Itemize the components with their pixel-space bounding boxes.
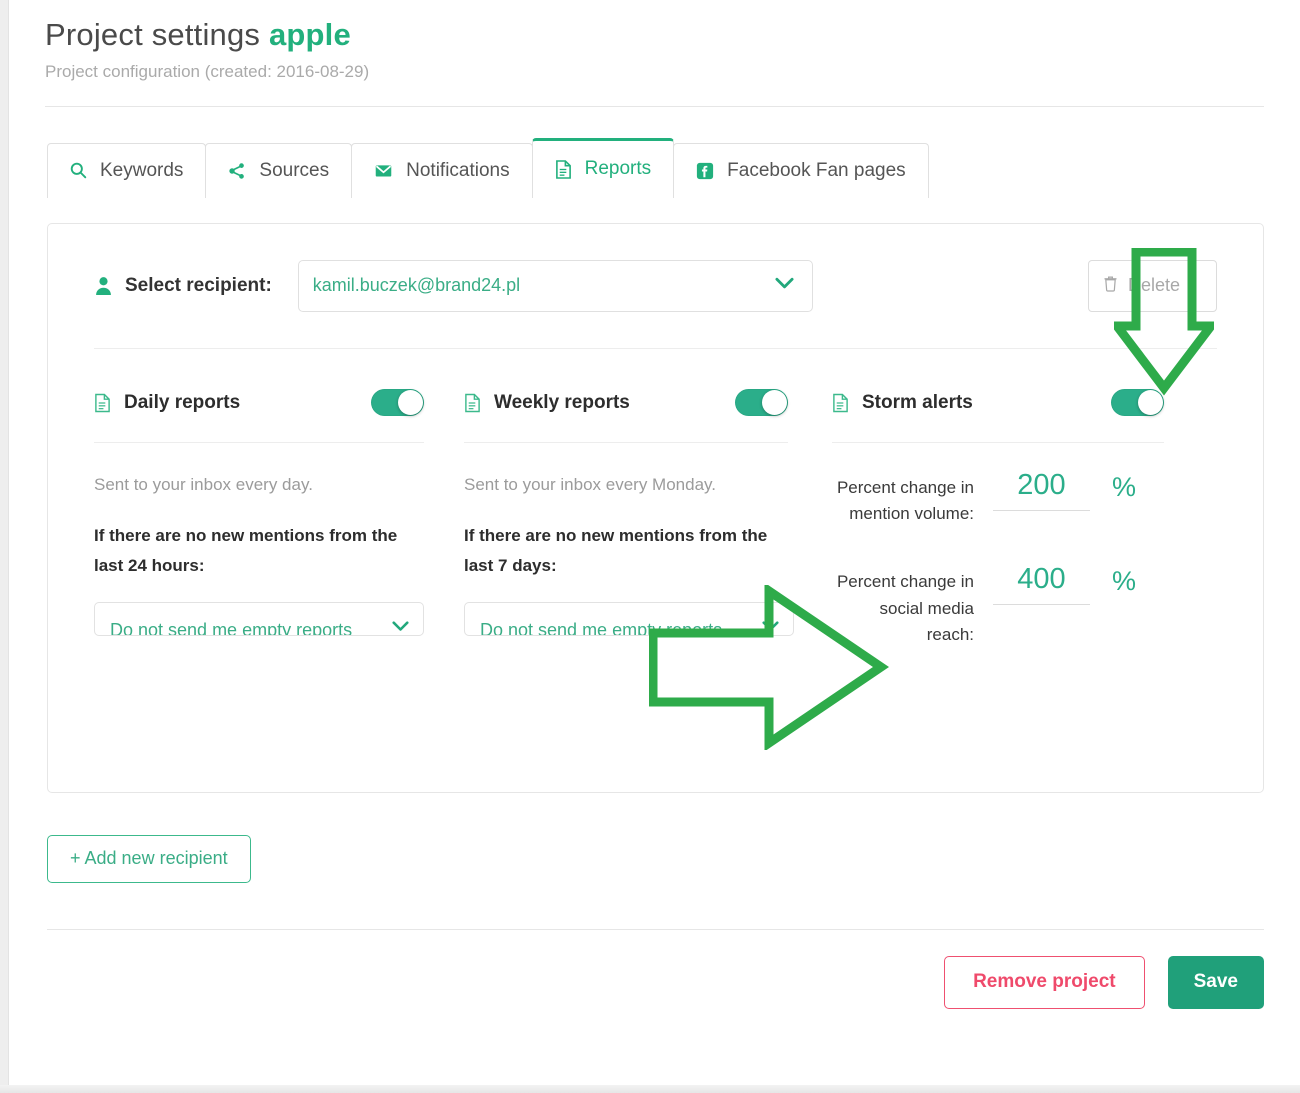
- page-header: Project settings apple Project configura…: [9, 0, 1300, 82]
- column-condition: If there are no new mentions from the la…: [94, 525, 398, 575]
- column-title: Daily reports: [124, 391, 241, 413]
- remove-project-button[interactable]: Remove project: [944, 955, 1145, 1009]
- document-icon: [555, 159, 572, 179]
- chevron-down-icon: [762, 619, 779, 635]
- add-new-recipient-button[interactable]: + Add new recipient: [47, 834, 251, 883]
- column-note: Sent to your inbox every day.: [94, 474, 313, 494]
- storm-field-label: Percent change in social media reach:: [836, 572, 974, 645]
- delete-recipient-label: Delete: [1128, 275, 1181, 296]
- tab-label: Sources: [259, 159, 330, 181]
- social-reach-input[interactable]: 400: [993, 563, 1090, 606]
- page-bottom-edge: [0, 1085, 1300, 1093]
- column-header: Daily reports: [94, 381, 424, 425]
- project-name: apple: [268, 17, 351, 52]
- tab-label: Notifications: [406, 159, 510, 181]
- column-divider: [832, 441, 1164, 443]
- facebook-icon: [696, 162, 714, 180]
- toggle-weekly-reports[interactable]: [735, 389, 788, 417]
- tab-notifications[interactable]: Notifications: [351, 142, 533, 198]
- footer-actions: Remove project Save: [9, 930, 1300, 1009]
- mention-volume-input[interactable]: 200: [993, 469, 1090, 511]
- envelope-icon: [374, 161, 393, 180]
- tab-label: Facebook Fan pages: [727, 159, 906, 181]
- page-title-prefix: Project settings: [45, 17, 261, 52]
- toggle-knob: [762, 390, 787, 416]
- recipient-label: Select recipient:: [125, 274, 272, 296]
- save-button[interactable]: Save: [1167, 955, 1264, 1009]
- search-icon: [70, 162, 87, 179]
- page-title: Project settings apple: [45, 16, 1300, 55]
- card-divider: [94, 347, 1217, 349]
- column-daily-reports: Daily reports Sent to your inbox every d…: [94, 381, 458, 649]
- tab-label: Reports: [584, 158, 652, 180]
- tab-sources[interactable]: Sources: [205, 142, 353, 198]
- column-weekly-reports: Weekly reports Sent to your inbox every …: [458, 381, 822, 649]
- recipient-card: Select recipient: kamil.buczek@brand24.p…: [47, 222, 1264, 793]
- tab-facebook-fan-pages[interactable]: Facebook Fan pages: [673, 142, 929, 198]
- chevron-down-icon: [775, 277, 794, 295]
- column-divider: [94, 441, 424, 443]
- column-header: Weekly reports: [464, 381, 788, 425]
- header-divider: [45, 105, 1264, 107]
- share-icon: [228, 162, 246, 180]
- settings-tabs: Keywords Sources Notifications Reports F…: [47, 137, 1300, 346]
- document-icon: [464, 393, 481, 413]
- toggle-knob: [398, 390, 423, 416]
- column-title: Storm alerts: [862, 391, 973, 413]
- toggle-knob: [1138, 390, 1163, 416]
- tab-reports[interactable]: Reports: [531, 137, 675, 198]
- recipient-select[interactable]: kamil.buczek@brand24.pl: [297, 259, 813, 312]
- person-icon: [94, 276, 113, 296]
- storm-field-mention-volume: Percent change in mention volume: 200 %: [832, 469, 1164, 528]
- remove-project-label: Remove project: [973, 971, 1116, 993]
- column-note: Sent to your inbox every Monday.: [464, 474, 716, 494]
- daily-empty-reports-select[interactable]: Do not send me empty reports: [94, 602, 424, 637]
- tab-label: Keywords: [100, 159, 184, 181]
- column-condition: If there are no new mentions from the la…: [464, 525, 768, 575]
- recipient-row: Select recipient: kamil.buczek@brand24.p…: [48, 224, 1263, 312]
- select-value: Do not send me empty reports: [480, 619, 723, 637]
- document-icon: [832, 393, 849, 413]
- document-icon: [94, 393, 111, 413]
- percent-sign: %: [1112, 471, 1137, 502]
- tab-keywords[interactable]: Keywords: [47, 142, 207, 198]
- save-label: Save: [1193, 971, 1238, 993]
- column-header: Storm alerts: [832, 381, 1164, 425]
- column-divider: [464, 441, 788, 443]
- storm-field-social-reach: Percent change in social media reach: 40…: [832, 563, 1164, 648]
- column-title: Weekly reports: [494, 391, 630, 413]
- report-columns: Daily reports Sent to your inbox every d…: [48, 381, 1263, 649]
- percent-sign: %: [1112, 566, 1137, 597]
- column-storm-alerts: Storm alerts Percent change in mention v…: [822, 381, 1198, 649]
- toggle-daily-reports[interactable]: [371, 389, 424, 417]
- add-new-recipient-label: + Add new recipient: [70, 848, 228, 869]
- weekly-empty-reports-select[interactable]: Do not send me empty reports: [464, 602, 794, 637]
- trash-icon: [1103, 275, 1118, 297]
- delete-recipient-button[interactable]: Delete: [1088, 259, 1217, 312]
- chevron-down-icon: [392, 619, 409, 635]
- page-root: Project settings apple Project configura…: [8, 0, 1300, 1085]
- select-value: Do not send me empty reports: [110, 619, 353, 637]
- page-subtitle: Project configuration (created: 2016-08-…: [45, 61, 370, 81]
- toggle-storm-alerts[interactable]: [1111, 389, 1164, 417]
- storm-field-label: Percent change in mention volume:: [836, 477, 974, 524]
- recipient-select-value: kamil.buczek@brand24.pl: [312, 275, 521, 296]
